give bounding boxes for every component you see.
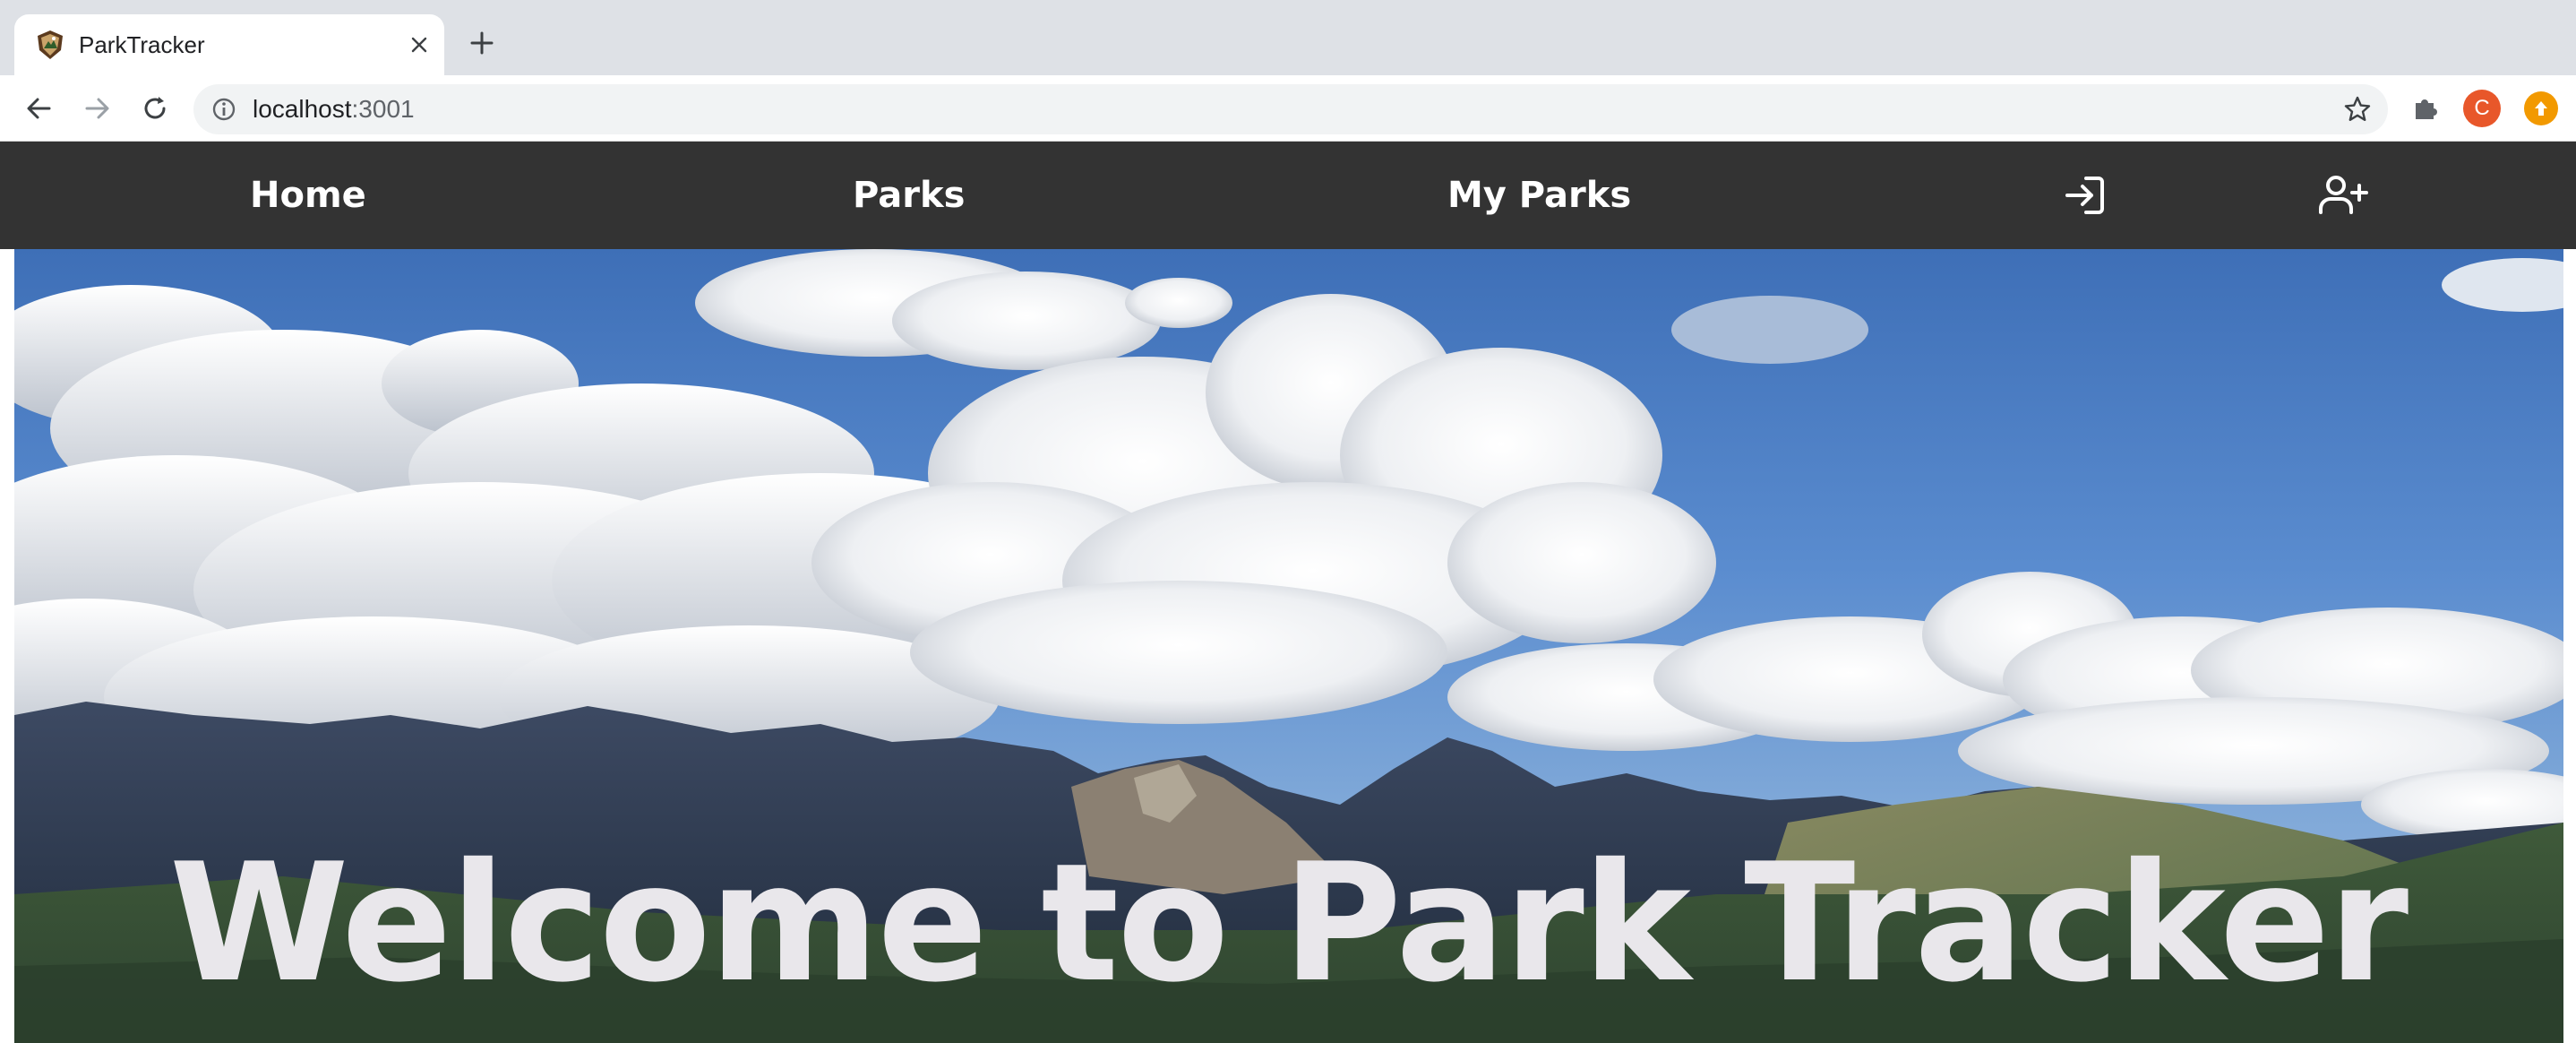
- url-host: localhost: [253, 95, 352, 123]
- close-icon[interactable]: [405, 30, 434, 59]
- browser-tab[interactable]: ParkTracker: [14, 14, 444, 75]
- site-navbar: Home Parks My Parks: [0, 142, 2576, 249]
- nav-link-home[interactable]: Home: [250, 142, 366, 249]
- update-available-icon[interactable]: [2524, 91, 2558, 125]
- info-icon[interactable]: [211, 97, 236, 122]
- browser-toolbar: localhost:3001 C: [0, 75, 2576, 142]
- url-text: localhost:3001: [253, 95, 415, 124]
- bookmark-star-icon[interactable]: [2343, 95, 2372, 124]
- back-arrow-icon[interactable]: [20, 90, 57, 127]
- reload-icon[interactable]: [136, 90, 174, 127]
- nav-link-my-parks[interactable]: My Parks: [1447, 142, 1631, 249]
- nav-link-parks[interactable]: Parks: [853, 142, 965, 249]
- user-plus-icon[interactable]: [2316, 168, 2370, 222]
- url-port: :3001: [351, 95, 415, 123]
- park-badge-icon: [38, 30, 63, 59]
- browser-tab-strip: ParkTracker: [0, 0, 2576, 75]
- profile-avatar[interactable]: C: [2463, 90, 2501, 127]
- hero-title: Welcome to Park Tracker: [168, 828, 2409, 1018]
- address-bar[interactable]: localhost:3001: [193, 84, 2388, 134]
- tab-title: ParkTracker: [79, 31, 205, 58]
- extensions-puzzle-icon[interactable]: [2408, 91, 2442, 125]
- forward-arrow-icon[interactable]: [79, 90, 116, 127]
- sign-in-icon[interactable]: [2058, 168, 2112, 222]
- new-tab-plus-icon[interactable]: [464, 25, 500, 61]
